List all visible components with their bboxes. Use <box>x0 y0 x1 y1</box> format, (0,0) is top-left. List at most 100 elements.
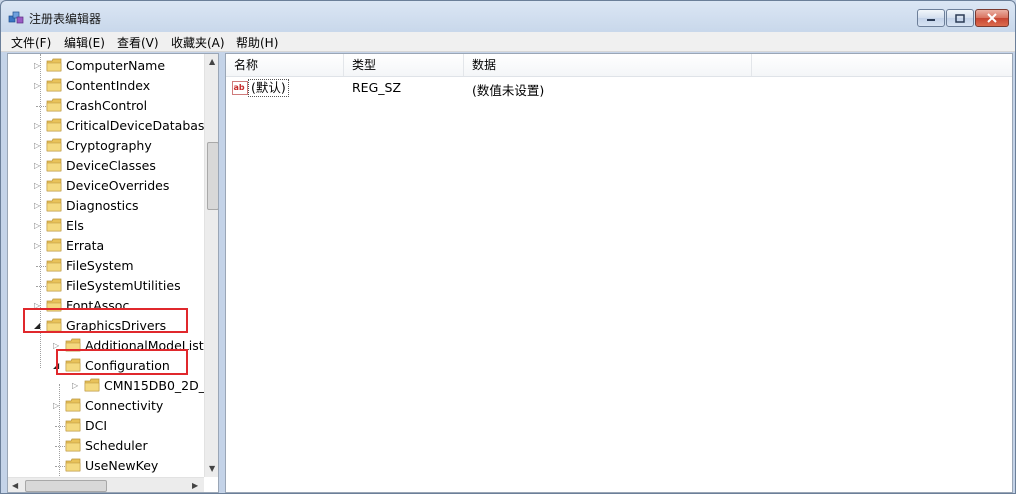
menu-file[interactable]: 文件(F) <box>11 34 51 51</box>
folder-icon <box>46 98 62 112</box>
list-item[interactable]: ab (默认) REG_SZ (数值未设置) <box>226 78 1012 98</box>
svg-text:ab: ab <box>234 83 245 92</box>
tree-item-label: DeviceClasses <box>66 158 156 173</box>
tree-vertical-scroll-thumb[interactable] <box>207 142 218 210</box>
tree-expand-icon[interactable]: ▷ <box>34 180 44 192</box>
column-header-data[interactable]: 数据 <box>464 54 752 76</box>
highlight-box-graphicsdrivers <box>23 308 188 333</box>
maximize-button[interactable] <box>946 9 974 27</box>
minimize-button[interactable] <box>917 9 945 27</box>
tree-item[interactable]: ▷ DeviceClasses <box>8 156 204 176</box>
regedit-app-icon <box>8 11 24 24</box>
tree-horizontal-scrollbar[interactable]: ◀ ▶ <box>8 477 204 492</box>
tree-expand-icon[interactable]: ▷ <box>34 160 44 172</box>
tree-guide-line <box>55 426 65 427</box>
tree-expand-icon[interactable]: ▷ <box>53 400 63 412</box>
menu-edit[interactable]: 编辑(E) <box>64 34 105 51</box>
folder-icon <box>65 458 81 472</box>
tree-item[interactable]: DCI <box>8 416 204 436</box>
tree-item-label: Connectivity <box>85 398 164 413</box>
tree-expand-icon[interactable]: ▷ <box>34 220 44 232</box>
tree-item-label: CMN15DB0_2D_0 <box>104 378 213 393</box>
tree-item[interactable]: CrashControl <box>8 96 204 116</box>
folder-icon <box>84 378 100 392</box>
scroll-left-arrow-icon[interactable]: ◀ <box>12 481 18 490</box>
folder-icon <box>46 138 62 152</box>
scroll-right-arrow-icon[interactable]: ▶ <box>192 481 198 490</box>
folder-icon <box>65 438 81 452</box>
minimize-icon <box>927 19 935 21</box>
tree-item-label: Errata <box>66 238 105 253</box>
tree-item[interactable]: ▷ Diagnostics <box>8 196 204 216</box>
column-header-name[interactable]: 名称 <box>226 54 344 76</box>
tree-item[interactable]: ▷ CriticalDeviceDatabase <box>8 116 212 136</box>
folder-icon <box>46 278 62 292</box>
menu-favorites[interactable]: 收藏夹(A) <box>171 34 225 51</box>
tree-expand-icon[interactable]: ▷ <box>34 140 44 152</box>
tree-expand-icon[interactable]: ▷ <box>34 60 44 72</box>
scroll-down-arrow-icon[interactable]: ▼ <box>209 464 215 473</box>
menu-view[interactable]: 查看(V) <box>117 34 159 51</box>
column-header-type[interactable]: 类型 <box>344 54 464 76</box>
tree-item-label: CrashControl <box>66 98 148 113</box>
folder-icon <box>46 258 62 272</box>
menu-help[interactable]: 帮助(H) <box>236 34 278 51</box>
value-name[interactable]: (默认) <box>248 79 289 97</box>
ab-string-icon: ab <box>232 81 248 95</box>
highlight-box-configuration <box>56 349 188 375</box>
tree-item[interactable]: ▷ DeviceOverrides <box>8 176 204 196</box>
value-data: (数值未设置) <box>472 83 545 98</box>
close-icon <box>987 13 997 23</box>
tree-item[interactable]: ▷ Errata <box>8 236 204 256</box>
tree-item[interactable]: ▷ ContentIndex <box>8 76 204 96</box>
folder-icon <box>46 178 62 192</box>
menu-bar: 文件(F) 编辑(E) 查看(V) 收藏夹(A) 帮助(H) <box>1 32 1015 52</box>
tree-item-label: DCI <box>85 418 108 433</box>
tree-item[interactable]: FileSystem <box>8 256 204 276</box>
folder-icon <box>46 198 62 212</box>
tree-item[interactable]: ▷ CMN15DB0_2D_0 <box>8 376 213 396</box>
tree-guide-line <box>36 106 46 107</box>
tree-expand-icon[interactable]: ▷ <box>72 380 82 392</box>
tree-expand-icon[interactable]: ▷ <box>34 80 44 92</box>
tree-item-label: ComputerName <box>66 58 166 73</box>
tree-guide-line <box>55 466 65 467</box>
tree-item[interactable]: ▷ ComputerName <box>8 56 204 76</box>
close-button[interactable] <box>975 9 1009 27</box>
folder-icon <box>46 58 62 72</box>
scroll-up-arrow-icon[interactable]: ▲ <box>209 57 215 66</box>
maximize-icon <box>955 13 965 23</box>
tree-vertical-scrollbar[interactable]: ▲ ▼ <box>204 54 218 477</box>
tree-guide-line <box>36 286 46 287</box>
tree-item-label: UseNewKey <box>85 458 159 473</box>
window-controls <box>916 9 1009 28</box>
folder-icon <box>46 78 62 92</box>
values-list[interactable]: 名称 类型 数据 ab (默认) REG_SZ (数值未设置) <box>225 53 1013 493</box>
title-bar[interactable]: 注册表编辑器 <box>1 1 1015 31</box>
folder-icon <box>46 218 62 232</box>
tree-item[interactable]: ▷ Connectivity <box>8 396 204 416</box>
tree-item-label: Cryptography <box>66 138 152 153</box>
registry-tree[interactable]: ▷ ComputerName ▷ ContentIndex CrashControl ▷ C… <box>7 53 219 493</box>
tree-item[interactable]: Scheduler <box>8 436 204 456</box>
tree-item-label: Scheduler <box>85 438 148 453</box>
folder-icon <box>65 418 81 432</box>
tree-item-label: Diagnostics <box>66 198 139 213</box>
regedit-window: 注册表编辑器 文件(F) 编辑(E) 查看(V) 收藏夹(A) 帮助(H) ▷ C… <box>0 0 1016 494</box>
tree-horizontal-scroll-thumb[interactable] <box>25 480 107 492</box>
value-type: REG_SZ <box>352 80 402 95</box>
tree-item[interactable]: ▷ Cryptography <box>8 136 204 156</box>
tree-item[interactable]: ▷ Els <box>8 216 204 236</box>
tree-guide-line <box>36 266 46 267</box>
folder-icon <box>46 118 62 132</box>
tree-item[interactable]: FileSystemUtilities <box>8 276 204 296</box>
tree-item[interactable]: UseNewKey <box>8 456 204 476</box>
tree-expand-icon[interactable]: ▷ <box>34 120 44 132</box>
tree-item-label: ContentIndex <box>66 78 151 93</box>
tree-item-label: FileSystem <box>66 258 134 273</box>
tree-expand-icon[interactable]: ▷ <box>34 240 44 252</box>
tree-expand-icon[interactable]: ▷ <box>34 200 44 212</box>
tree-item-label: CriticalDeviceDatabase <box>66 118 213 133</box>
tree-guide-line <box>55 446 65 447</box>
folder-icon <box>65 398 81 412</box>
